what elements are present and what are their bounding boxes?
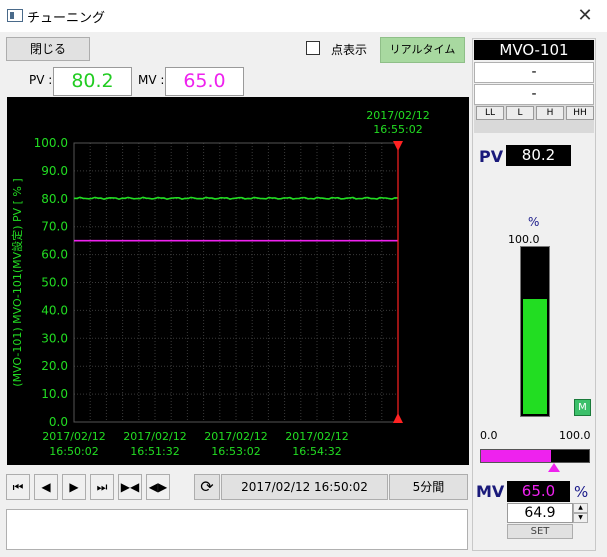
mode-button[interactable]: M bbox=[574, 399, 591, 416]
alarm-hh: HH bbox=[566, 106, 594, 120]
x-tick-date: 2017/02/12 bbox=[123, 430, 186, 443]
cursor-bottom-marker bbox=[393, 413, 403, 423]
step-forward-button[interactable]: ▶ bbox=[62, 474, 86, 500]
refresh-button[interactable]: ⟳ bbox=[194, 474, 220, 500]
spin-up-button[interactable]: ▲ bbox=[573, 503, 588, 513]
app-icon bbox=[7, 9, 23, 22]
cursor-date: 2017/02/12 bbox=[366, 109, 429, 122]
bar-unit: % bbox=[528, 215, 540, 229]
trend-chart[interactable]: 0.0 10.0 20.0 30.0 40.0 50.0 60.0 70.0 80.0 90.0 1… bbox=[7, 97, 469, 465]
cursor-top-marker bbox=[393, 141, 403, 151]
y-axis-label: (MVO-101) MVO-101(MV設定) PV [ % ] bbox=[10, 178, 24, 386]
mv-bar bbox=[480, 449, 590, 463]
zoom-out-button[interactable]: ◀▶ bbox=[146, 474, 170, 500]
y-tick-label: 100.0 bbox=[34, 136, 68, 150]
alarm-h: H bbox=[536, 106, 564, 120]
set-button[interactable]: SET bbox=[507, 524, 573, 539]
y-tick-label: 60.0 bbox=[41, 248, 68, 262]
y-tick-label: 40.0 bbox=[41, 303, 68, 317]
mv-bar-fill bbox=[481, 450, 552, 462]
mv-scale-max: 100.0 bbox=[559, 429, 591, 442]
y-tick-label: 50.0 bbox=[41, 276, 68, 290]
panel-mv-label: MV bbox=[476, 482, 505, 501]
step-back-button[interactable]: ◀ bbox=[34, 474, 58, 500]
x-tick-date: 2017/02/12 bbox=[285, 430, 348, 443]
fast-forward-button[interactable]: ⏭ bbox=[90, 474, 114, 500]
x-tick-date: 2017/02/12 bbox=[42, 430, 105, 443]
mv-label: MV : bbox=[138, 73, 165, 87]
panel-mv-value: 65.0 bbox=[507, 481, 570, 502]
y-tick-label: 0.0 bbox=[49, 415, 68, 429]
y-tick-label: 20.0 bbox=[41, 359, 68, 373]
panel-pv-value: 80.2 bbox=[506, 145, 571, 166]
y-tick-label: 80.0 bbox=[41, 192, 68, 206]
y-tick-label: 70.0 bbox=[41, 220, 68, 234]
mv-slider-marker[interactable] bbox=[547, 463, 560, 472]
mv-value-box: 65.0 bbox=[165, 67, 244, 96]
realtime-button[interactable]: リアルタイム bbox=[380, 37, 465, 63]
tag-name: MVO-101 bbox=[474, 40, 594, 60]
series-line-pv bbox=[73, 196, 399, 201]
panel-pv-label: PV bbox=[479, 147, 504, 166]
mv-setpoint-input[interactable]: 64.9 bbox=[507, 503, 573, 523]
tag-comment-2: - bbox=[474, 84, 594, 105]
panel-mv-unit: % bbox=[574, 483, 589, 501]
mv-scale-min: 0.0 bbox=[480, 429, 498, 442]
x-tick-time: 16:51:32 bbox=[130, 445, 179, 458]
close-button[interactable]: 閉じる bbox=[6, 37, 90, 61]
zoom-in-button[interactable]: ▶◀ bbox=[118, 474, 142, 500]
spin-down-button[interactable]: ▼ bbox=[573, 513, 588, 523]
y-tick-label: 10.0 bbox=[41, 387, 68, 401]
show-points-label[interactable]: 点表示 bbox=[331, 41, 367, 58]
close-icon[interactable]: ✕ bbox=[573, 4, 597, 28]
alarm-l: L bbox=[506, 106, 534, 120]
x-tick-date: 2017/02/12 bbox=[204, 430, 267, 443]
pv-value-box: 80.2 bbox=[53, 67, 132, 96]
x-tick-time: 16:50:02 bbox=[49, 445, 98, 458]
pv-bar-fill bbox=[523, 298, 547, 414]
bar-max-label: 100.0 bbox=[508, 233, 540, 246]
show-points-checkbox[interactable] bbox=[306, 41, 320, 55]
range-button[interactable]: 5分間 bbox=[389, 474, 468, 500]
fast-rewind-button[interactable]: ⏮ bbox=[6, 474, 30, 500]
y-tick-label: 30.0 bbox=[41, 331, 68, 345]
trend-chart-svg: 0.0 10.0 20.0 30.0 40.0 50.0 60.0 70.0 80.0 90.0 1… bbox=[10, 109, 430, 458]
message-box[interactable] bbox=[6, 509, 468, 550]
alarm-ll: LL bbox=[476, 106, 504, 120]
pv-bar bbox=[520, 246, 550, 417]
pv-label: PV : bbox=[29, 73, 53, 87]
x-tick-time: 16:53:02 bbox=[211, 445, 260, 458]
y-tick-label: 90.0 bbox=[41, 164, 68, 178]
window-title: チューニング bbox=[27, 11, 106, 26]
tag-comment-1: - bbox=[474, 62, 594, 83]
cursor-time: 16:55:02 bbox=[373, 123, 422, 136]
x-tick-time: 16:54:32 bbox=[292, 445, 341, 458]
time-field[interactable]: 2017/02/12 16:50:02 bbox=[221, 474, 388, 500]
